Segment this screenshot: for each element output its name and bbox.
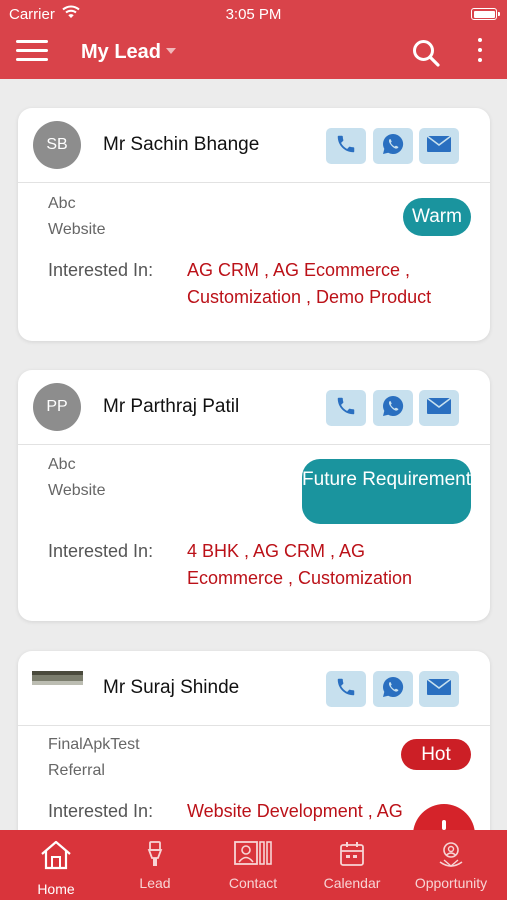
tab-home[interactable]: Home [16,830,96,900]
phone-icon [335,676,357,703]
interested-label: Interested In: [48,541,154,561]
tab-calendar[interactable]: Calendar [312,830,392,900]
mail-icon [426,134,452,158]
tab-lead[interactable]: Lead [115,830,195,900]
calendar-icon [312,840,392,870]
nav-bar: My Lead [0,28,507,79]
tab-contact-label: Contact [228,875,278,891]
whatsapp-icon [381,675,405,704]
avatar: SB [33,121,81,169]
status-badge: Hot [401,739,471,770]
whatsapp-button[interactable] [373,390,413,426]
lead-source: Website [48,482,106,499]
tab-lead-label: Lead [139,875,171,891]
avatar [32,671,83,685]
status-badge: Future Requirement [302,459,471,524]
lead-company: Abc [48,195,76,212]
battery-icon [471,8,500,20]
lead-card-header: PP Mr Parthraj Patil [18,370,490,445]
lead-card-header: Mr Suraj Shinde [18,651,490,726]
mail-icon [426,396,452,420]
menu-icon[interactable] [16,40,48,66]
phone-icon [335,395,357,422]
whatsapp-button[interactable] [373,671,413,707]
interested-value: AG CRM , AG Ecommerce , Customization , … [187,260,432,307]
page-title[interactable]: My Lead [81,41,161,64]
lead-name[interactable]: Mr Parthraj Patil [103,396,239,418]
lead-name[interactable]: Mr Sachin Bhange [103,134,259,156]
more-vertical-icon[interactable] [472,38,488,66]
bottom-tab-bar: Home Lead Contact Calendar Opportunity [0,830,507,900]
opportunity-icon [406,840,496,870]
mail-icon [426,677,452,701]
whatsapp-icon [381,394,405,423]
tab-opportunity-label: Opportunity [414,875,488,891]
lead-source: Referral [48,762,105,779]
whatsapp-button[interactable] [373,128,413,164]
avatar: PP [33,383,81,431]
lead-source: Website [48,221,106,238]
call-button[interactable] [326,390,366,426]
search-icon[interactable] [411,38,441,73]
home-icon [16,840,96,870]
email-button[interactable] [419,390,459,426]
status-bar: Carrier 3:05 PM [0,0,507,28]
status-badge: Warm [403,198,471,236]
call-button[interactable] [326,128,366,164]
lead-company: Abc [48,456,76,473]
tab-home-label: Home [37,881,75,897]
torch-icon [115,840,195,870]
call-button[interactable] [326,671,366,707]
fab-icon [442,820,446,830]
whatsapp-icon [381,132,405,161]
contact-card-icon [213,840,293,870]
lead-card[interactable]: SB Mr Sachin Bhange Abc Website Warm Int… [18,108,490,341]
tab-calendar-label: Calendar [323,875,381,891]
lead-company: FinalApkTest [48,736,140,753]
tab-opportunity[interactable]: Opportunity [406,830,496,900]
email-button[interactable] [419,128,459,164]
interested-value: 4 BHK , AG CRM , AG Ecommerce , Customiz… [187,541,413,588]
email-button[interactable] [419,671,459,707]
dropdown-caret-icon[interactable] [166,48,176,54]
interested-label: Interested In: [48,260,154,280]
status-time: 3:05 PM [225,6,282,23]
lead-card[interactable]: PP Mr Parthraj Patil Abc Website Future … [18,370,490,621]
lead-card-header: SB Mr Sachin Bhange [18,108,490,183]
tab-contact[interactable]: Contact [213,830,293,900]
lead-name[interactable]: Mr Suraj Shinde [103,677,239,699]
interested-label: Interested In: [48,801,154,821]
phone-icon [335,133,357,160]
